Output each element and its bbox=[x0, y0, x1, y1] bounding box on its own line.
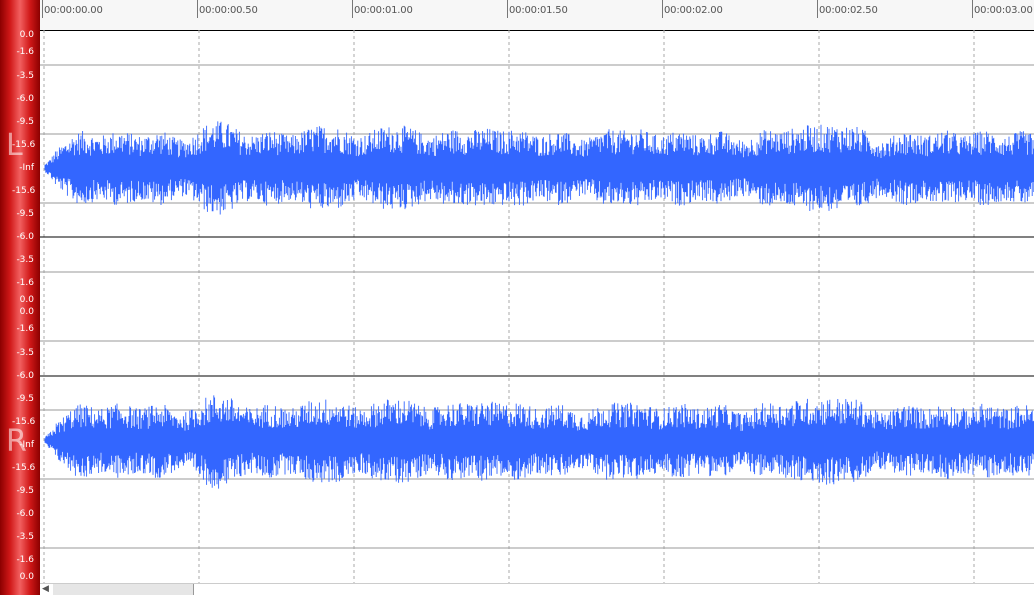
ruler-tick-label: 00:00:03.00 bbox=[974, 5, 1033, 16]
right-channel-letter: R bbox=[6, 424, 27, 459]
right-db-label: -9.5 bbox=[16, 486, 34, 496]
left-db-label: -15.6 bbox=[12, 186, 36, 196]
ruler-tick-label: 00:00:01.00 bbox=[354, 5, 413, 16]
ruler-tick-mark bbox=[817, 0, 818, 18]
left-db-label: -1.6 bbox=[16, 47, 34, 57]
timeline-ruler[interactable]: 00:00:00.00 00:00:00.50 00:00:01.00 00:00:0… bbox=[0, 0, 1034, 31]
left-db-label: -3.5 bbox=[16, 71, 34, 81]
left-db-label: -3.5 bbox=[16, 255, 34, 265]
right-db-label: -15.6 bbox=[12, 463, 36, 473]
left-db-label: -6.0 bbox=[16, 94, 34, 104]
ruler-tick-mark bbox=[42, 0, 43, 18]
left-db-label: -Inf bbox=[19, 163, 34, 173]
ruler-tick-mark bbox=[352, 0, 353, 18]
right-db-label: -1.6 bbox=[16, 324, 34, 334]
right-db-label: -3.5 bbox=[16, 348, 34, 358]
scrollbar-thumb[interactable] bbox=[53, 584, 194, 595]
left-db-label: -9.5 bbox=[16, 117, 34, 127]
level-meter-bar: 0.0 -1.6 -3.5 -6.0 -9.5 -15.6 -Inf -15.6 -9.5 -6.… bbox=[0, 0, 40, 595]
ruler-tick-label: 00:00:01.50 bbox=[509, 5, 568, 16]
horizontal-scrollbar[interactable]: ◀ bbox=[40, 583, 1034, 596]
ruler-tick-mark bbox=[972, 0, 973, 18]
right-db-label: 0.0 bbox=[19, 307, 34, 317]
left-db-label: 0.0 bbox=[19, 295, 34, 305]
waveform-canvas[interactable] bbox=[40, 30, 1034, 583]
right-db-label: -3.5 bbox=[16, 532, 34, 542]
right-db-label: -6.0 bbox=[16, 371, 34, 381]
ruler-tick-label: 00:00:02.00 bbox=[664, 5, 723, 16]
left-db-label: -9.5 bbox=[16, 209, 34, 219]
right-db-label: -9.5 bbox=[16, 394, 34, 404]
ruler-tick-label: 00:00:02.50 bbox=[819, 5, 878, 16]
right-db-label: -1.6 bbox=[16, 555, 34, 565]
ruler-tick-mark bbox=[197, 0, 198, 18]
right-db-label: 0.0 bbox=[19, 572, 34, 582]
left-channel-letter: L bbox=[6, 128, 23, 163]
arrow-left-icon[interactable]: ◀ bbox=[42, 584, 49, 594]
left-db-label: -1.6 bbox=[16, 278, 34, 288]
ruler-tick-mark bbox=[662, 0, 663, 18]
ruler-tick-label: 00:00:00.00 bbox=[44, 5, 103, 16]
left-db-label: -6.0 bbox=[16, 232, 34, 242]
left-db-label: 0.0 bbox=[19, 30, 34, 40]
ruler-tick-mark bbox=[507, 0, 508, 18]
ruler-tick-label: 00:00:00.50 bbox=[199, 5, 258, 16]
right-db-label: -6.0 bbox=[16, 509, 34, 519]
